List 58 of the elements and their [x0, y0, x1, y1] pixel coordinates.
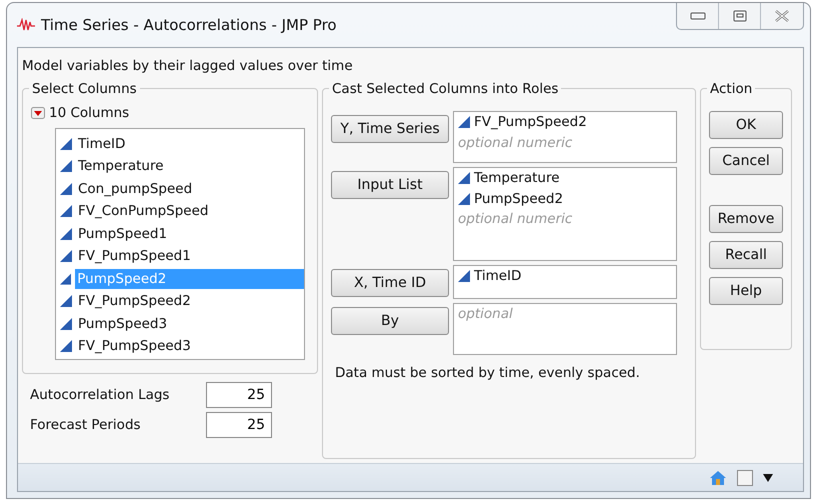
column-item[interactable]: FV_ConPumpSpeed	[76, 201, 210, 222]
window-title: Time Series - Autocorrelations - JMP Pro	[41, 14, 337, 36]
numeric-icon	[60, 340, 72, 352]
column-item[interactable]: FV_PumpSpeed1	[76, 246, 193, 266]
number-field[interactable]: 25	[206, 382, 272, 408]
hint-text: optional numeric	[458, 134, 574, 152]
column-item[interactable]: PumpSpeed3	[76, 314, 170, 334]
numeric-icon	[458, 192, 470, 205]
column-count: 10 Columns	[49, 104, 130, 124]
column-item[interactable]: FV_PumpSpeed2	[76, 291, 193, 312]
numeric-icon	[60, 205, 72, 218]
role-button[interactable]: Y, Time Series	[331, 115, 449, 144]
action-button[interactable]: Help	[709, 277, 783, 306]
numeric-icon	[60, 182, 72, 195]
numeric-icon	[458, 116, 470, 128]
minimize-icon	[690, 12, 706, 20]
role-button[interactable]: By	[331, 307, 449, 336]
hint-text: optional	[458, 305, 514, 324]
numeric-icon	[60, 295, 72, 308]
numeric-icon	[60, 318, 72, 330]
role-item: PumpSpeed2	[474, 190, 564, 208]
role-button[interactable]: X, Time ID	[331, 269, 449, 298]
pulse-icon	[17, 18, 35, 32]
hint-text: optional numeric	[458, 210, 574, 229]
note-text: Data must be sorted by time, evenly spaced.	[335, 364, 641, 384]
checkbox-icon[interactable]	[737, 470, 753, 486]
number-field[interactable]: 25	[206, 412, 272, 438]
action-button[interactable]: Cancel	[709, 147, 783, 176]
column-item[interactable]: FV_PumpSpeed3	[76, 336, 193, 356]
home-icon[interactable]	[709, 470, 727, 486]
numeric-icon	[60, 160, 72, 172]
column-item[interactable]: TimeID	[76, 134, 128, 154]
role-button[interactable]: Input List	[331, 171, 449, 200]
role-item: FV_PumpSpeed2	[474, 113, 587, 132]
column-item[interactable]: Temperature	[76, 156, 166, 176]
close-icon	[774, 9, 790, 23]
action-button[interactable]: Recall	[709, 241, 783, 270]
numeric-icon	[60, 250, 72, 262]
role-item: Temperature	[474, 169, 560, 188]
dropdown-icon[interactable]	[31, 107, 45, 120]
action-button[interactable]: OK	[709, 111, 783, 140]
description-text: Model variables by their lagged values over time	[21, 57, 354, 76]
caret-icon[interactable]	[763, 474, 773, 482]
numeric-icon	[60, 272, 72, 285]
role-list[interactable]: TimeID	[453, 265, 677, 300]
setting-label: Autocorrelation Lags	[30, 386, 170, 406]
action-button[interactable]: Remove	[709, 205, 783, 234]
numeric-icon	[458, 172, 470, 184]
numeric-icon	[60, 228, 72, 240]
column-item[interactable]: PumpSpeed1	[76, 224, 170, 244]
role-list[interactable]: FV_PumpSpeed2 optional numeric	[453, 111, 677, 164]
role-list[interactable]: Temperature PumpSpeed2 optional numeric	[453, 167, 677, 262]
role-item: TimeID	[474, 267, 522, 286]
column-item[interactable]: Con_pumpSpeed	[76, 178, 194, 199]
setting-label: Forecast Periods	[30, 416, 142, 436]
maximize-icon	[732, 10, 746, 22]
numeric-icon	[60, 138, 72, 150]
numeric-icon	[458, 270, 470, 282]
